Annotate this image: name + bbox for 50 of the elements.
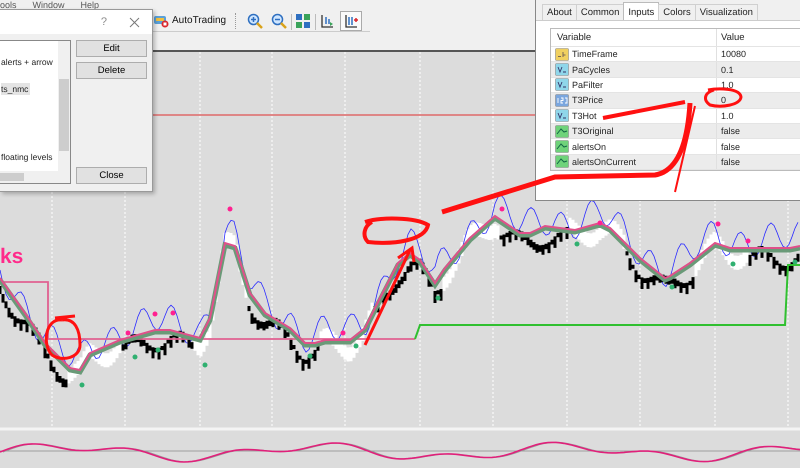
bool-type-icon bbox=[555, 140, 569, 154]
variable-name: PaFilter bbox=[572, 80, 604, 90]
chart-shift-icon bbox=[319, 12, 336, 29]
bool-type-icon bbox=[555, 155, 569, 168]
variable-value[interactable]: false bbox=[717, 142, 740, 152]
column-header: Variable bbox=[551, 29, 717, 46]
list-item[interactable]: floating levels bbox=[1, 151, 55, 163]
bool-type-icon bbox=[555, 124, 569, 138]
chart-label: ks bbox=[0, 245, 24, 269]
annotation-scribble bbox=[362, 216, 430, 245]
zoom-out-icon bbox=[271, 12, 288, 29]
vertical-scrollbar[interactable] bbox=[58, 41, 70, 171]
variable-name: alertsOn bbox=[572, 142, 606, 152]
variable-name: TimeFrame bbox=[572, 49, 618, 60]
list-item[interactable]: alerts + arrow bbox=[1, 56, 55, 68]
string-type-icon bbox=[555, 48, 569, 61]
dialog-button[interactable]: Delete bbox=[76, 62, 147, 79]
menu-item[interactable]: Window bbox=[32, 0, 65, 10]
tab[interactable]: Inputs bbox=[623, 2, 660, 20]
help-button[interactable]: ? bbox=[100, 16, 107, 28]
menu-item[interactable]: Help bbox=[80, 0, 100, 10]
close-icon[interactable] bbox=[129, 16, 140, 28]
variable-name: T3Original bbox=[572, 126, 614, 136]
variable-name: PaCycles bbox=[572, 64, 610, 75]
variable-name: T3Hot bbox=[572, 110, 597, 121]
tile-windows-icon bbox=[295, 12, 312, 29]
double-type-icon bbox=[555, 109, 569, 122]
toolbar-button[interactable] bbox=[340, 10, 362, 31]
variable-value[interactable]: 10080 bbox=[717, 49, 746, 60]
variable-value[interactable]: 1.0 bbox=[717, 110, 734, 121]
horizontal-scrollbar[interactable] bbox=[0, 171, 70, 183]
variable-value[interactable]: false bbox=[717, 126, 740, 136]
close-button[interactable]: Close bbox=[76, 167, 147, 184]
variable-value[interactable]: false bbox=[717, 156, 740, 167]
column-header: Value bbox=[720, 32, 745, 42]
auto-scroll-icon bbox=[343, 12, 360, 29]
list-item[interactable]: ts_nmc bbox=[1, 83, 30, 95]
tab[interactable]: Colors bbox=[658, 4, 696, 20]
int-type-icon bbox=[555, 94, 569, 107]
dialog-button[interactable]: Edit bbox=[76, 40, 147, 57]
zoom-in-icon bbox=[247, 12, 264, 29]
menu-item[interactable]: ools bbox=[0, 0, 17, 10]
variable-name: T3Price bbox=[572, 95, 604, 106]
tab[interactable]: About bbox=[542, 4, 577, 20]
double-type-icon bbox=[555, 78, 569, 92]
tab[interactable]: Visualization bbox=[694, 4, 758, 20]
double-type-icon bbox=[555, 63, 569, 76]
variable-name: alertsOnCurrent bbox=[572, 156, 636, 167]
variable-value[interactable]: 0.1 bbox=[717, 64, 734, 75]
variable-value[interactable]: 0 bbox=[717, 95, 726, 106]
